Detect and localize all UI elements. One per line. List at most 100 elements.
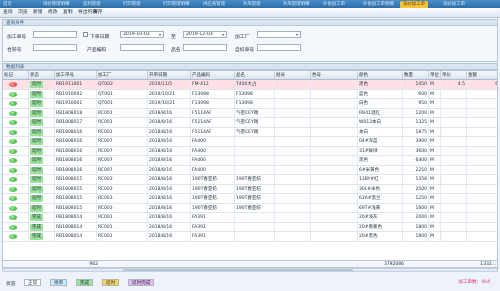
legend-label: 状态 — [6, 282, 16, 287]
column-header-11[interactable]: 单位 — [429, 71, 441, 79]
table-row[interactable]: 延时 RB1910002 QT001 2019/10/21 F13098 F13098 蓝色… — [3, 89, 497, 99]
cell-batch — [275, 137, 311, 146]
table-row[interactable]: 延时 RB1910001 QT001 2019/10/21 F13098 F13098 白色… — [3, 99, 497, 109]
cell-color_no — [311, 156, 358, 165]
cell-name — [235, 165, 275, 174]
date-from-input[interactable]: 2019-10-03 ▾ — [120, 31, 164, 38]
table-row[interactable]: 完成 RB1808014 RC001 2018/8/16 FA391 20#黑色 1800 M — [3, 232, 497, 242]
product-code-label: 产品编码 — [87, 48, 107, 53]
row-status: 延时 — [29, 99, 55, 108]
table-row[interactable]: 延时 RB1808018 RC001 2018/8/16 F5114AF 气密CEY锡 RB… — [3, 108, 497, 118]
toolbar-button-6[interactable]: 保存 — [93, 9, 103, 17]
tab-3[interactable]: 打印管理 — [120, 1, 144, 8]
table-row[interactable]: 完成 RB1808014 RC001 2018/8/16 FA391 20#香蕉色 1800… — [3, 222, 497, 232]
table-row[interactable]: 完成 RB1808014 RC001 2018/8/16 FA391 20#浅灰 2000 M — [3, 213, 497, 223]
row-status: 延时 — [29, 184, 55, 193]
table-row[interactable]: 延时 RB1808015 RC003 2018/8/16 190T春亚纺 190T春亚纺 6… — [3, 194, 497, 204]
table-row[interactable]: 延时 RB1808015 RC003 2018/8/16 190T春亚纺 190T春亚纺 1… — [3, 175, 497, 185]
product-code-input[interactable] — [120, 44, 164, 51]
toolbar-button-4[interactable]: 复制 — [63, 9, 73, 17]
contract-input[interactable] — [33, 44, 77, 51]
column-header-4[interactable]: 开单日期 — [148, 71, 191, 79]
legend-item: 完成 — [76, 279, 94, 286]
batch-input[interactable] — [257, 44, 301, 51]
table-row[interactable]: 延时 RB1808016 RC007 2018/8/16 FA400 04#深蓝 3900 M — [3, 137, 497, 147]
factory-select[interactable]: ▾ — [257, 31, 301, 38]
tab-7[interactable]: 外库管理明细 — [280, 1, 312, 8]
column-header-8[interactable]: 色号 — [311, 71, 358, 79]
column-header-10[interactable]: 数量 — [403, 71, 429, 79]
table-row[interactable]: 延时 RB1808017 RC001 2018/8/16 F5114AF 气密CEY锡 W0… — [3, 118, 497, 128]
horizontal-scrollbar[interactable] — [2, 268, 498, 272]
table-row[interactable]: 延时 RB1808016 RC007 2018/8/16 FA400 黑色 6400 M — [3, 156, 497, 166]
table-row[interactable]: 延时 RB1911001 QT002 2019/11/5 FM-412 T400大占 黑色 1… — [3, 80, 497, 90]
column-header-5[interactable]: 产品编码 — [191, 71, 235, 79]
cell-name: 气密CEY锡 — [235, 108, 275, 117]
column-header-6[interactable]: 品名 — [235, 71, 275, 79]
date-to-input[interactable]: 2019-12-03 ▾ — [183, 31, 227, 38]
status-badge: 延时 — [30, 109, 43, 117]
toolbar-button-3[interactable]: 修改 — [48, 9, 58, 17]
table-row[interactable]: 延时 RB1808015 RC003 2018/8/16 190T春亚纺 190T春亚纺 6… — [3, 203, 497, 213]
tab-2[interactable]: 盈利管理 — [80, 1, 104, 8]
column-header-7[interactable]: 批号 — [275, 71, 311, 79]
toolbar-button-0[interactable]: 查询 — [3, 9, 13, 17]
cell-price — [441, 194, 467, 203]
toolbar-button-2[interactable]: 新增 — [33, 9, 43, 17]
green-status-icon — [9, 167, 17, 173]
cell-qty: 1600 — [403, 203, 429, 212]
cell-code: FA391 — [191, 232, 235, 241]
row-flag — [3, 175, 29, 184]
column-header-0[interactable]: 标记 — [3, 71, 29, 79]
cell-name: 190T春亚纺 — [235, 175, 275, 184]
cell-unit: M — [429, 213, 441, 222]
tab-10[interactable]: 染纱加工单 — [400, 1, 428, 8]
cell-date: 2018/8/16 — [148, 222, 191, 231]
cell-code: F5114AF — [191, 118, 235, 127]
tab-8[interactable]: 外协加工单 — [320, 1, 348, 8]
cell-code: FA400 — [191, 165, 235, 174]
tab-5[interactable]: 供应商管理 — [200, 1, 228, 8]
tab-4[interactable]: 打印管理明细 — [160, 1, 192, 8]
chevron-down-icon[interactable]: ▾ — [157, 32, 163, 37]
cell-code: FA391 — [191, 213, 235, 222]
table-row[interactable]: 延时 RB1808015 RC003 2018/8/16 190T春亚纺 190T春亚纺 3… — [3, 184, 497, 194]
date-checkbox[interactable] — [83, 32, 88, 37]
table-row[interactable]: 延时 RB1808016 RC007 2018/8/16 FA400 6#米黄色 2250 M — [3, 165, 497, 175]
table-row[interactable]: 延时 RB1808016 RC007 2018/8/16 FA400 31#鲜绿 3600 M — [3, 146, 497, 156]
cell-price — [441, 89, 467, 98]
column-header-13[interactable]: 金额 — [467, 71, 497, 79]
cell-name — [235, 156, 275, 165]
column-header-3[interactable]: 加工厂 — [97, 71, 148, 79]
cell-name — [235, 137, 275, 146]
date-from-value: 2019-10-03 — [123, 32, 150, 37]
toolbar-button-1[interactable]: 浏览 — [18, 9, 28, 17]
tab-9[interactable]: 外协加工单明细 — [360, 1, 397, 8]
cell-price — [441, 184, 467, 193]
cell-code: FA400 — [191, 146, 235, 155]
column-header-2[interactable]: 加工单号 — [55, 71, 97, 79]
name-input[interactable] — [183, 44, 227, 51]
table-row[interactable]: 延时 RB1808016 RC001 2018/8/16 F5114AF 气密CEY锡 本白… — [3, 127, 497, 137]
scrollbar-thumb[interactable] — [123, 269, 353, 271]
order-no-input[interactable] — [33, 31, 77, 38]
chevron-down-icon[interactable]: ▾ — [294, 32, 300, 37]
row-status: 延时 — [29, 137, 55, 146]
chevron-down-icon[interactable]: ▾ — [220, 32, 226, 37]
tab-0[interactable]: 首页 — [0, 1, 15, 8]
cell-factory: RC001 — [97, 108, 148, 117]
summary-amount: 1332... — [480, 262, 496, 267]
column-header-1[interactable]: 状态 — [29, 71, 55, 79]
column-header-9[interactable]: 颜色 — [358, 71, 403, 79]
tab-6[interactable]: 外库管理 — [240, 1, 264, 8]
green-status-icon — [9, 148, 17, 154]
tab-11[interactable]: 染纱加工单 — [440, 1, 468, 8]
cell-factory: QT001 — [97, 89, 148, 98]
row-flag — [3, 99, 29, 108]
status-badge: 完成 — [30, 223, 43, 231]
row-status: 完成 — [29, 232, 55, 241]
tab-1[interactable]: 询价管理明细 — [40, 1, 72, 8]
row-status: 完成 — [29, 213, 55, 222]
column-header-12[interactable]: 单价 — [441, 71, 467, 79]
cell-factory: QT001 — [97, 99, 148, 108]
